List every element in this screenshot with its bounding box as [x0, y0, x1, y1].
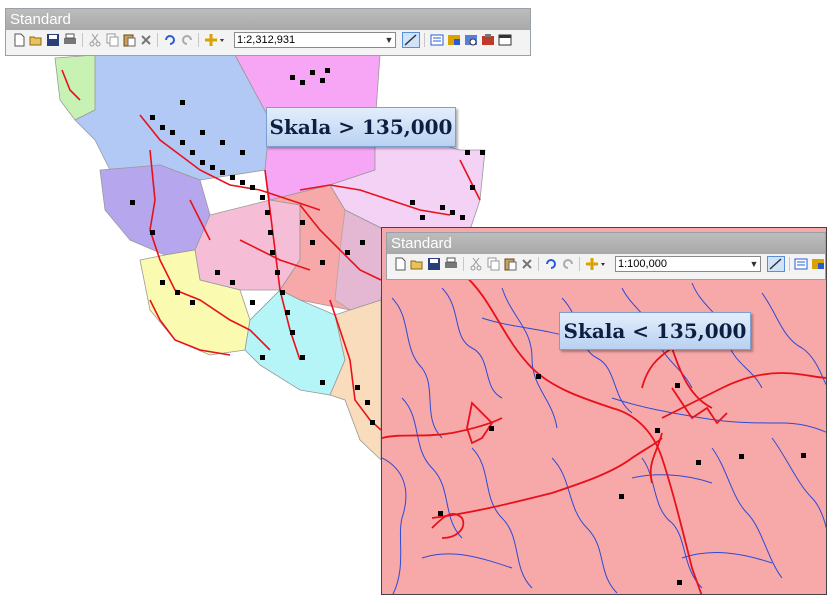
toolbar-title: Standard [387, 233, 825, 254]
separator [538, 257, 539, 271]
editor-toolbar-icon[interactable] [402, 32, 420, 48]
undo-icon[interactable] [544, 257, 558, 271]
map-scale-value: 1:2,312,931 [237, 34, 296, 46]
save-icon[interactable] [427, 257, 441, 271]
main-standard-toolbar[interactable]: Standard 1:2,312,931 ▼ [5, 8, 531, 56]
add-data-icon[interactable] [585, 257, 607, 271]
undo-icon[interactable] [163, 33, 177, 47]
scale-label-inset-text: Skala < 135,000 [563, 319, 747, 343]
print-icon[interactable] [444, 257, 458, 271]
new-document-icon[interactable] [393, 257, 407, 271]
open-folder-icon[interactable] [410, 257, 424, 271]
redo-icon[interactable] [561, 257, 575, 271]
delete-icon[interactable] [139, 33, 153, 47]
catalog-icon[interactable] [447, 33, 461, 47]
copy-icon[interactable] [486, 257, 500, 271]
separator [789, 257, 790, 271]
map-scale-dropdown[interactable]: 1:100,000 ▼ [615, 256, 761, 272]
toolbar-buttons-row: 1:2,312,931 ▼ [6, 30, 530, 50]
region-violet [99, 164, 211, 256]
open-folder-icon[interactable] [29, 33, 43, 47]
separator [157, 33, 158, 47]
table-of-contents-icon[interactable] [794, 257, 808, 271]
delete-icon[interactable] [520, 257, 534, 271]
inset-map-window[interactable]: Standard 1:100,000 ▼ Skala < 135,000 [381, 227, 827, 595]
scale-label-main-text: Skala > 135,000 [269, 115, 453, 139]
map-scale-value: 1:100,000 [618, 258, 667, 270]
cut-icon[interactable] [88, 33, 102, 47]
redo-icon[interactable] [180, 33, 194, 47]
python-window-icon[interactable] [498, 33, 512, 47]
scale-label-inset: Skala < 135,000 [559, 312, 751, 350]
separator [579, 257, 580, 271]
chevron-down-icon[interactable]: ▼ [383, 33, 395, 47]
separator [463, 257, 464, 271]
catalog-icon[interactable] [811, 257, 825, 271]
paste-icon[interactable] [503, 257, 517, 271]
toolbar-title: Standard [6, 9, 530, 30]
editor-toolbar-icon[interactable] [767, 256, 785, 272]
print-icon[interactable] [63, 33, 77, 47]
toolbar-buttons-row: 1:100,000 ▼ [387, 254, 825, 274]
separator [424, 33, 425, 47]
inset-map[interactable] [382, 228, 827, 595]
map-scale-dropdown[interactable]: 1:2,312,931 ▼ [234, 32, 396, 48]
region-blue [74, 54, 271, 181]
inset-standard-toolbar[interactable]: Standard 1:100,000 ▼ [386, 232, 826, 280]
save-icon[interactable] [46, 33, 60, 47]
paste-icon[interactable] [122, 33, 136, 47]
table-of-contents-icon[interactable] [430, 33, 444, 47]
region-green [54, 54, 101, 121]
copy-icon[interactable] [105, 33, 119, 47]
search-window-icon[interactable] [464, 33, 478, 47]
new-document-icon[interactable] [12, 33, 26, 47]
region-pink [194, 199, 301, 291]
chevron-down-icon[interactable]: ▼ [748, 257, 760, 271]
separator [198, 33, 199, 47]
separator [82, 33, 83, 47]
add-data-icon[interactable] [204, 33, 226, 47]
scale-label-main: Skala > 135,000 [266, 107, 456, 147]
arctoolbox-icon[interactable] [481, 33, 495, 47]
cut-icon[interactable] [469, 257, 483, 271]
